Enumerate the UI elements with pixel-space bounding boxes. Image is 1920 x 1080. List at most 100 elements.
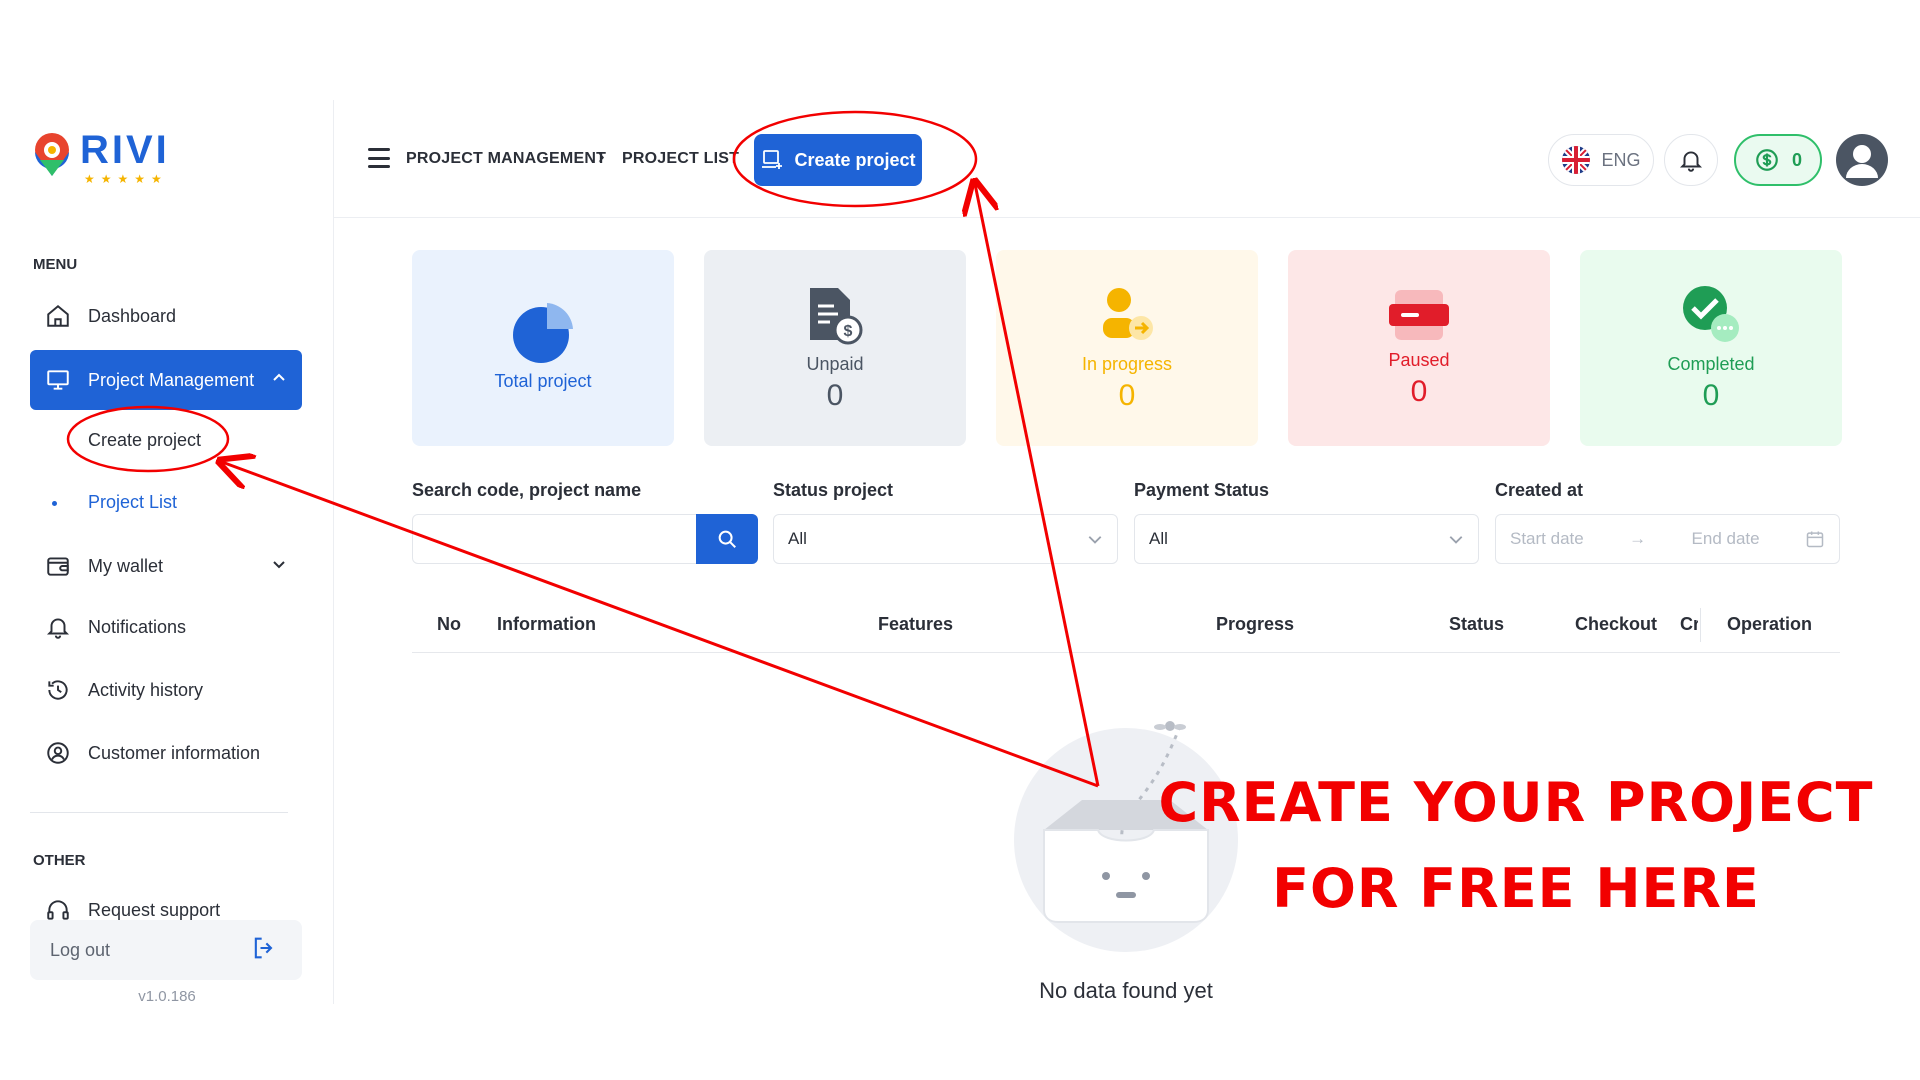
monitor-icon — [44, 366, 72, 394]
sidebar-item-project-management[interactable]: Project Management — [30, 350, 302, 410]
create-project-icon — [762, 150, 783, 169]
person-progress-icon — [1103, 287, 1153, 340]
sidebar-subitem-create-project[interactable]: Create project — [88, 430, 201, 451]
status-project-select[interactable]: All — [773, 514, 1118, 564]
stat-count: 0 — [1118, 378, 1136, 412]
arrow-right-icon: → — [1629, 529, 1647, 548]
stat-card-in-progress[interactable]: In progress 0 — [996, 250, 1258, 446]
column-header-no: No — [437, 614, 461, 634]
top-header: PROJECT MANAGEMENT › PROJECT LIST Create… — [334, 100, 1920, 218]
breadcrumb-project-management[interactable]: PROJECT MANAGEMENT — [406, 150, 606, 168]
promo-callout: CREATE YOUR PROJECT FOR FREE HERE — [1126, 760, 1906, 932]
stat-card-paused[interactable]: Paused 0 — [1288, 250, 1550, 446]
sidebar-item-label: Activity history — [88, 679, 204, 700]
status-project-label: Status project — [773, 480, 894, 500]
stat-card-total[interactable]: Total project — [412, 250, 674, 446]
stat-card-unpaid[interactable]: $ Unpaid 0 — [704, 250, 966, 446]
end-date-input[interactable]: End date — [1692, 529, 1760, 549]
menu-section-label: MENU — [33, 256, 78, 273]
sidebar-item-label: Project Management — [88, 369, 255, 390]
search-icon — [718, 530, 736, 548]
payment-status-value: All — [1149, 529, 1168, 548]
user-avatar-icon — [1846, 145, 1878, 178]
sidebar-item-label: Dashboard — [88, 305, 177, 326]
logout-label: Log out — [50, 939, 111, 960]
sidebar-item-notifications[interactable]: Notifications — [30, 597, 302, 657]
promo-line-1: CREATE YOUR PROJECT — [1158, 771, 1874, 834]
payment-status-select[interactable]: All — [1134, 514, 1479, 564]
pie-chart-icon — [513, 302, 573, 363]
language-label: ENG — [1601, 149, 1641, 170]
create-project-label: Create project — [794, 149, 916, 170]
column-header-information: Information — [497, 614, 596, 634]
notifications-button[interactable] — [1664, 134, 1718, 186]
bell-icon — [44, 613, 72, 641]
sidebar-subitem-project-list[interactable]: Project List — [88, 492, 177, 513]
sidebar-item-customer-information[interactable]: Customer information — [30, 723, 302, 783]
brand-stars: ★★★★★ — [84, 172, 168, 186]
breadcrumb-chevron-icon: › — [598, 146, 605, 168]
stat-count: 0 — [1410, 374, 1428, 408]
sidebar-item-label: My wallet — [88, 555, 164, 576]
sidebar-item-dashboard[interactable]: Dashboard — [30, 286, 302, 346]
svg-text:$: $ — [844, 323, 853, 340]
sidebar-item-my-wallet[interactable]: My wallet — [30, 536, 302, 596]
dollar-coin-icon — [1756, 149, 1778, 171]
sidebar-item-activity-history[interactable]: Activity history — [30, 660, 302, 720]
sidebar: RIVI ★★★★★ MENU Dashboard Project Manage… — [0, 100, 334, 1005]
column-header-checkout: Checkout — [1575, 614, 1658, 634]
brand-logo[interactable]: RIVI ★★★★★ — [30, 128, 170, 186]
uk-flag-icon — [1562, 146, 1591, 174]
logout-button[interactable]: Log out — [30, 920, 302, 980]
column-header-status: Status — [1449, 614, 1505, 634]
completed-chat-icon — [1683, 285, 1739, 342]
chevron-down-icon — [1449, 536, 1463, 544]
stat-label: Paused — [1388, 349, 1450, 370]
stat-label: In progress — [1081, 353, 1173, 374]
paused-card-icon — [1389, 289, 1449, 340]
breadcrumb-project-list: PROJECT LIST — [622, 150, 740, 167]
chevron-down-icon — [1088, 536, 1102, 544]
date-range-picker[interactable]: Start date → End date — [1495, 514, 1840, 564]
wallet-balance: 0 — [1791, 149, 1802, 170]
chevron-down-icon — [272, 555, 286, 576]
menu-toggle-icon[interactable] — [368, 148, 390, 168]
column-header-created: Cr — [1680, 614, 1698, 634]
search-input[interactable] — [412, 514, 698, 564]
stat-label: Unpaid — [806, 353, 864, 374]
wallet-balance-button[interactable]: 0 — [1734, 134, 1822, 186]
created-at-label: Created at — [1495, 480, 1584, 500]
start-date-input[interactable]: Start date — [1510, 529, 1584, 549]
promo-line-2: FOR FREE HERE — [1272, 857, 1760, 920]
chevron-up-icon — [272, 369, 286, 390]
stat-label: Total project — [494, 370, 592, 391]
status-project-value: All — [788, 529, 807, 548]
payment-status-label: Payment Status — [1134, 480, 1270, 500]
wallet-icon — [44, 552, 72, 580]
create-project-button[interactable]: Create project — [754, 134, 922, 186]
bell-icon — [1679, 151, 1703, 172]
home-icon — [44, 302, 72, 330]
fixed-column-divider — [1700, 608, 1701, 642]
stat-card-completed[interactable]: Completed 0 — [1580, 250, 1842, 446]
stat-label: Completed — [1667, 353, 1755, 374]
column-header-features: Features — [878, 614, 954, 634]
user-avatar[interactable] — [1836, 134, 1888, 186]
search-button[interactable] — [696, 514, 758, 564]
sidebar-item-label: Request support — [88, 899, 221, 920]
stat-count: 0 — [1702, 378, 1720, 412]
language-selector[interactable]: ENG — [1548, 134, 1654, 186]
column-header-operation: Operation — [1727, 614, 1813, 634]
search-label: Search code, project name — [412, 480, 642, 500]
map-pin-logo-icon — [35, 133, 69, 176]
arrow-to-sidebar-subitem — [222, 462, 1099, 788]
invoice-dollar-icon: $ — [810, 287, 863, 344]
calendar-icon — [1806, 531, 1824, 548]
user-circle-icon — [44, 739, 72, 767]
table-header-border — [412, 652, 1840, 653]
sidebar-divider — [30, 812, 288, 813]
sidebar-item-label: Notifications — [88, 616, 187, 637]
brand-name: RIVI — [80, 128, 170, 172]
column-header-progress: Progress — [1216, 614, 1295, 634]
current-dot — [52, 501, 57, 506]
